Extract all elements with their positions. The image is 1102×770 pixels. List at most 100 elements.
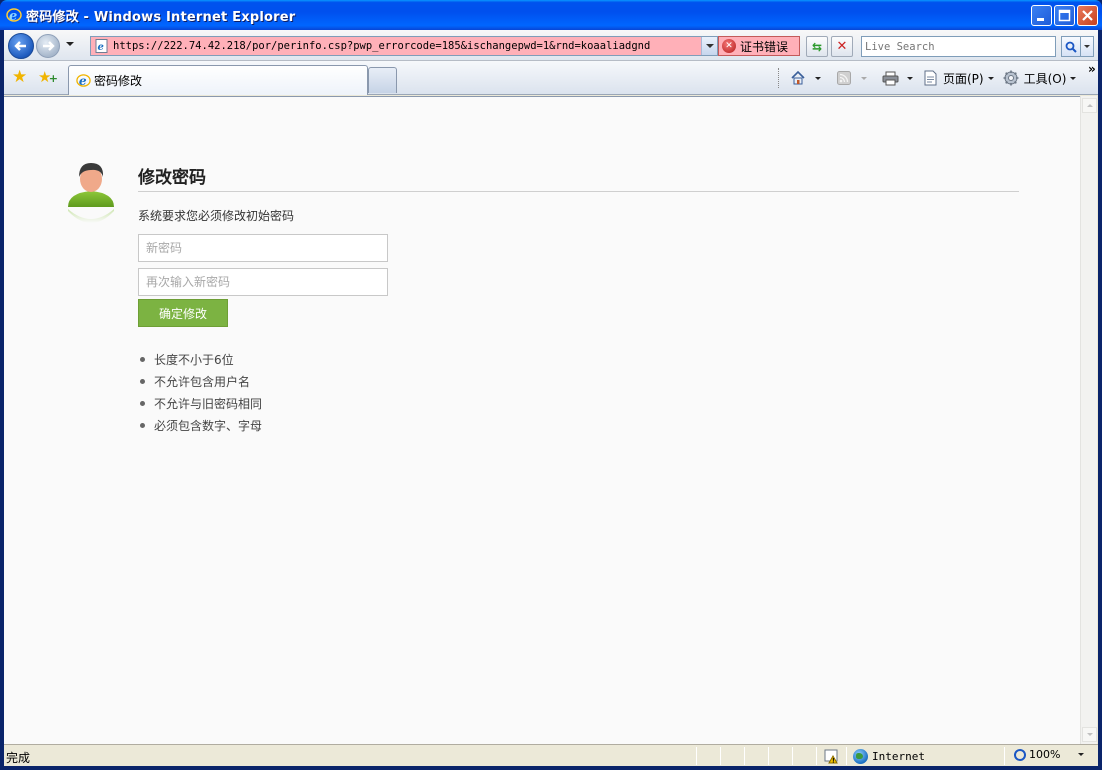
status-divider [720, 747, 721, 765]
tab-password-change[interactable]: e 密码修改 [68, 65, 368, 95]
magnifier-icon [1065, 41, 1077, 53]
recent-pages-dropdown[interactable] [66, 42, 74, 46]
chevron-down-icon [987, 76, 994, 80]
list-item: 长度不小于6位 [138, 348, 262, 370]
svg-text:e: e [98, 42, 104, 53]
home-icon [789, 69, 807, 87]
close-icon [1082, 10, 1093, 21]
zoom-level: 100% [1029, 748, 1061, 761]
forward-arrow-icon [37, 35, 59, 57]
certificate-error-label: 证书错误 [740, 39, 789, 54]
page-icon [921, 69, 939, 87]
window-title: 密码修改 - Windows Internet Explorer [26, 9, 296, 25]
search-button[interactable] [1061, 36, 1081, 57]
rule-text: 不允许包含用户名 [154, 374, 251, 389]
browser-window: e 密码修改 - Windows Internet Explorer e htt… [0, 0, 1102, 770]
refresh-icon: ⇆ [811, 39, 823, 54]
tools-menu-button[interactable]: 工具(O) [1002, 69, 1077, 87]
tab-label: 密码修改 [94, 74, 143, 88]
bullet-icon [140, 400, 145, 406]
address-dropdown[interactable] [701, 37, 717, 55]
status-divider [816, 747, 817, 765]
list-item: 不允许与旧密码相同 [138, 392, 262, 414]
stop-icon: ✕ [836, 39, 848, 54]
bullet-icon [140, 422, 145, 428]
error-x-icon: ✕ [722, 39, 736, 53]
security-zone[interactable]: ! Internet [824, 747, 925, 765]
rss-icon [835, 69, 853, 87]
status-text: 完成 [6, 751, 31, 765]
back-arrow-icon [9, 34, 33, 58]
chevron-down-icon [815, 76, 821, 80]
chevron-down-icon [1070, 76, 1077, 80]
svg-text:!: ! [832, 758, 835, 765]
minimize-button[interactable] [1031, 5, 1052, 26]
password-rules-list: 长度不小于6位 不允许包含用户名 不允许与旧密码相同 必须包含数字、字母 [138, 348, 262, 436]
gear-icon [1002, 69, 1020, 87]
password-change-hint: 系统要求您必须修改初始密码 [138, 209, 295, 223]
page-menu-button[interactable]: 页面(P) [921, 69, 994, 87]
home-button[interactable] [789, 69, 821, 87]
tools-menu-label: 工具(O) [1023, 71, 1067, 86]
status-divider [1004, 747, 1005, 765]
chevron-up-icon [1086, 104, 1093, 107]
list-item: 必须包含数字、字母 [138, 414, 262, 436]
rule-text: 长度不小于6位 [154, 352, 234, 367]
list-item: 不允许包含用户名 [138, 370, 262, 392]
scroll-down-button[interactable] [1082, 727, 1097, 742]
bullet-icon [140, 356, 145, 362]
page-menu-label: 页面(P) [943, 71, 984, 86]
favorites-center-button[interactable]: ★ [12, 68, 30, 86]
submit-password-button[interactable]: 确定修改 [138, 299, 228, 327]
search-input[interactable] [865, 40, 1055, 53]
protected-mode-icon: ! [824, 748, 840, 765]
address-bar[interactable]: e https://222.74.42.218/por/perinfo.csp?… [90, 36, 718, 56]
status-bar: 完成 ! Internet 100% [4, 744, 1098, 766]
status-divider [744, 747, 745, 765]
back-button[interactable] [8, 33, 34, 59]
printer-icon [881, 69, 899, 87]
page-ie-icon: e [94, 38, 110, 54]
add-favorite-icon: ★ + [38, 68, 58, 86]
maximize-button[interactable] [1054, 5, 1075, 26]
chevron-down-icon [1084, 45, 1090, 48]
tab-bar: ★ ★ + e 密码修改 页面(P) 工具(O) » [4, 61, 1098, 95]
stop-button[interactable]: ✕ [831, 36, 853, 57]
svg-text:e: e [9, 9, 17, 23]
ie-logo-icon: e [6, 7, 22, 23]
minimize-icon [1037, 18, 1044, 21]
forward-button[interactable] [36, 34, 60, 58]
chevron-down-icon [1078, 753, 1085, 756]
user-avatar-icon [66, 159, 116, 239]
confirm-password-input[interactable] [138, 268, 388, 296]
feeds-button[interactable] [835, 69, 867, 87]
certificate-error-button[interactable]: ✕ 证书错误 [718, 36, 800, 56]
title-bar[interactable]: e 密码修改 - Windows Internet Explorer [0, 0, 1102, 30]
refresh-button[interactable]: ⇆ [806, 36, 828, 57]
status-divider [846, 747, 847, 765]
close-button[interactable] [1077, 5, 1098, 26]
page-title: 修改密码 [138, 168, 206, 188]
scroll-up-button[interactable] [1082, 98, 1097, 113]
maximize-icon [1058, 9, 1071, 22]
vertical-scrollbar[interactable] [1080, 96, 1097, 744]
add-to-favorites-button[interactable]: ★ + [38, 68, 58, 86]
search-box[interactable] [861, 36, 1056, 57]
chevron-down-icon [1086, 733, 1093, 736]
search-options-dropdown[interactable] [1081, 36, 1094, 57]
status-divider [792, 747, 793, 765]
globe-icon [853, 748, 868, 764]
navigation-bar: e https://222.74.42.218/por/perinfo.csp?… [4, 30, 1098, 61]
new-password-input[interactable] [138, 234, 388, 262]
print-button[interactable] [881, 69, 913, 87]
svg-text:e: e [78, 74, 86, 88]
new-tab-button[interactable] [368, 67, 397, 93]
toolbar-overflow-chevron[interactable]: » [1088, 62, 1096, 76]
status-divider [696, 747, 697, 765]
zone-label: Internet [872, 749, 925, 763]
zoom-control[interactable]: 100% [1014, 748, 1085, 761]
toolbar-separator [778, 68, 779, 88]
rule-text: 不允许与旧密码相同 [154, 396, 263, 411]
address-url[interactable]: https://222.74.42.218/por/perinfo.csp?pw… [113, 40, 701, 52]
zoom-icon [1014, 748, 1026, 761]
